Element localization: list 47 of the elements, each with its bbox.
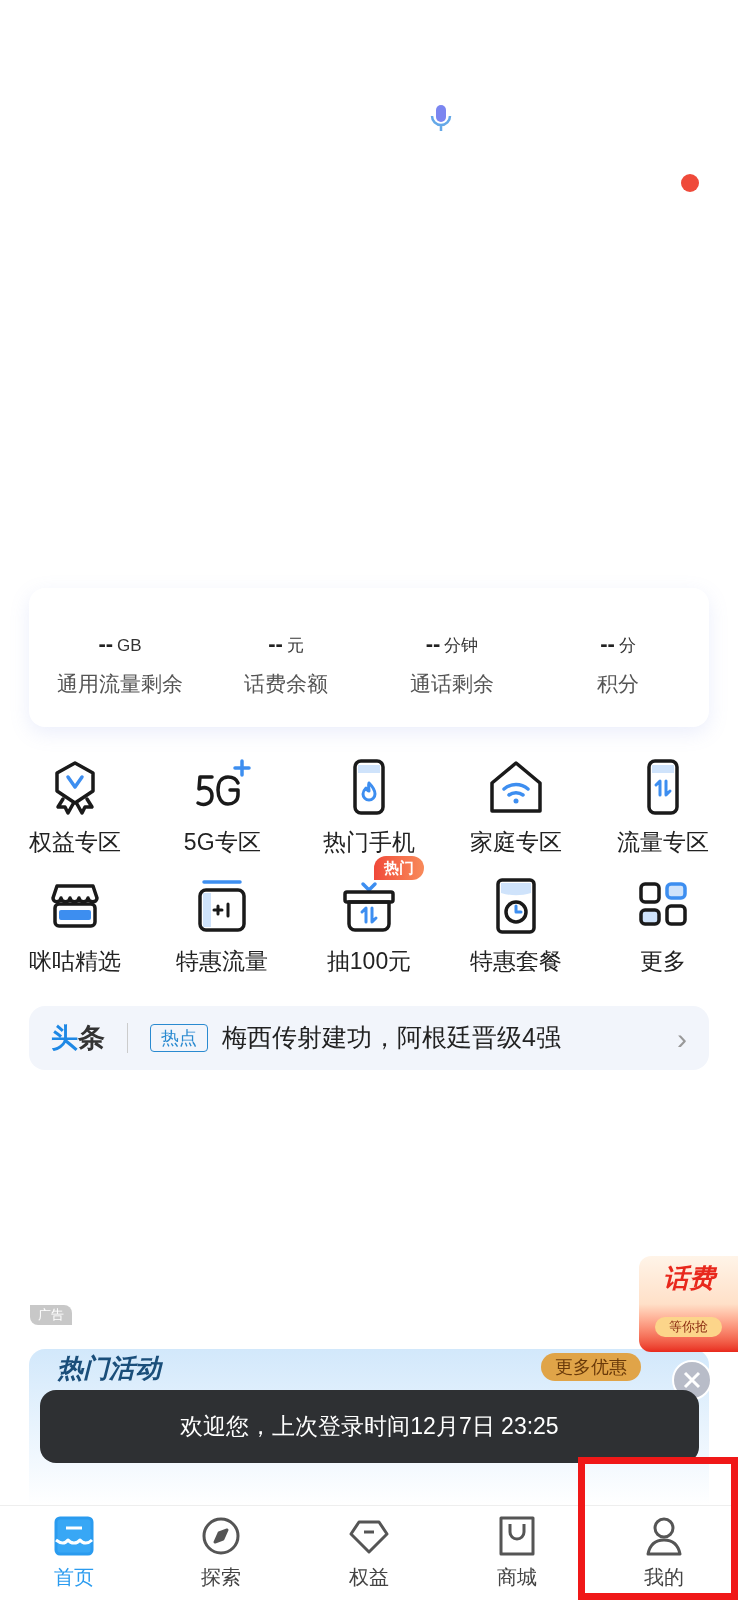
service-label: 家庭专区 — [469, 828, 562, 857]
hot-badge: 热门 — [373, 855, 424, 880]
stat-unit: 分 — [618, 635, 636, 658]
stat-value: -- — [600, 630, 615, 659]
floating-ad[interactable]: 话费 等你抢 — [639, 1256, 738, 1352]
service-label: 流量专区 — [616, 828, 709, 857]
service-item[interactable]: 特惠流量 — [176, 873, 269, 978]
more-offers-button[interactable]: 更多优惠 — [541, 1353, 641, 1381]
stat-unit: 元 — [286, 635, 304, 658]
grab-button[interactable]: 等你抢 — [655, 1316, 722, 1337]
nav-tab[interactable]: 我的 — [590, 1514, 738, 1592]
service-label: 权益专区 — [29, 828, 122, 857]
stat-label: 积分 — [597, 671, 639, 698]
service-label: 热门手机 — [323, 828, 415, 857]
stat-unit: GB — [117, 635, 142, 658]
headline-text: 梅西传射建功，阿根廷晋级4强 — [222, 1022, 562, 1054]
service-item[interactable]: 咪咕精选 — [29, 873, 122, 978]
service-item[interactable]: 5G专区 — [183, 755, 261, 860]
stat-label: 通话剩余 — [410, 671, 494, 698]
service-label: 特惠流量 — [176, 946, 269, 976]
nav-tab[interactable]: 探索 — [147, 1514, 296, 1592]
service-item[interactable]: 家庭专区 — [469, 755, 562, 860]
chevron-right: › — [677, 1020, 687, 1057]
service-item[interactable]: 更多 — [630, 873, 695, 978]
service-label: 特惠套餐 — [469, 946, 562, 976]
stat-value: -- — [98, 630, 114, 659]
headline-bar[interactable]: 头条 热点 梅西传射建功，阿根廷晋级4强 › — [29, 1006, 709, 1070]
service-label: 咪咕精选 — [29, 946, 122, 976]
service-label: 抽100元 — [326, 946, 412, 976]
stat-label: 话费余额 — [244, 671, 328, 698]
close-icon — [683, 1371, 701, 1389]
stat-value: -- — [425, 630, 441, 659]
banner-title: 热门活动 — [57, 1353, 161, 1383]
microphone-icon[interactable] — [430, 104, 452, 132]
service-item[interactable]: 特惠套餐 — [469, 873, 562, 978]
hot-tag: 热点 — [150, 1024, 208, 1052]
stat-unit: 分钟 — [444, 635, 479, 658]
service-item[interactable]: 权益专区 — [29, 755, 122, 860]
service-item[interactable]: 流量专区 — [616, 755, 709, 860]
service-label: 更多 — [639, 946, 686, 976]
nav-tab[interactable]: 商城 — [442, 1514, 591, 1592]
headline-title: 头条 — [51, 1021, 105, 1055]
nav-tab[interactable]: 权益 — [295, 1514, 443, 1592]
stat-value: -- — [268, 630, 283, 659]
toast-text: 欢迎您，上次登录时间12月7日 23:25 — [180, 1412, 559, 1442]
stat-label: 通用流量剩余 — [57, 671, 183, 698]
service-label: 5G专区 — [183, 828, 261, 857]
